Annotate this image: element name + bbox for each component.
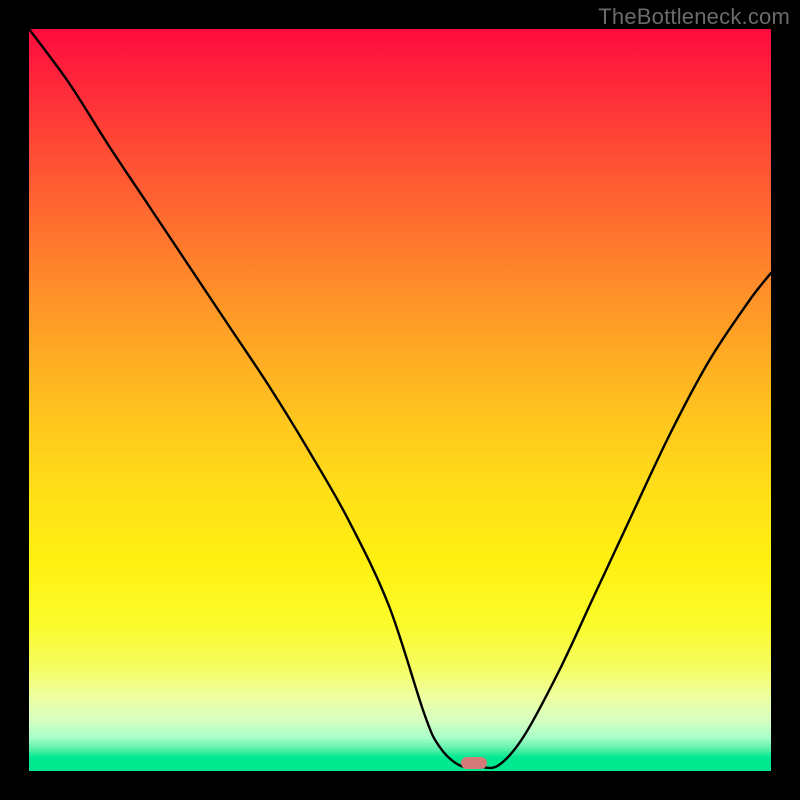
chart-svg bbox=[29, 29, 771, 771]
optimal-marker bbox=[461, 757, 487, 769]
bottleneck-curve bbox=[29, 29, 771, 768]
watermark-text: TheBottleneck.com bbox=[598, 4, 790, 30]
chart-frame: TheBottleneck.com bbox=[0, 0, 800, 800]
plot-area bbox=[29, 29, 771, 771]
